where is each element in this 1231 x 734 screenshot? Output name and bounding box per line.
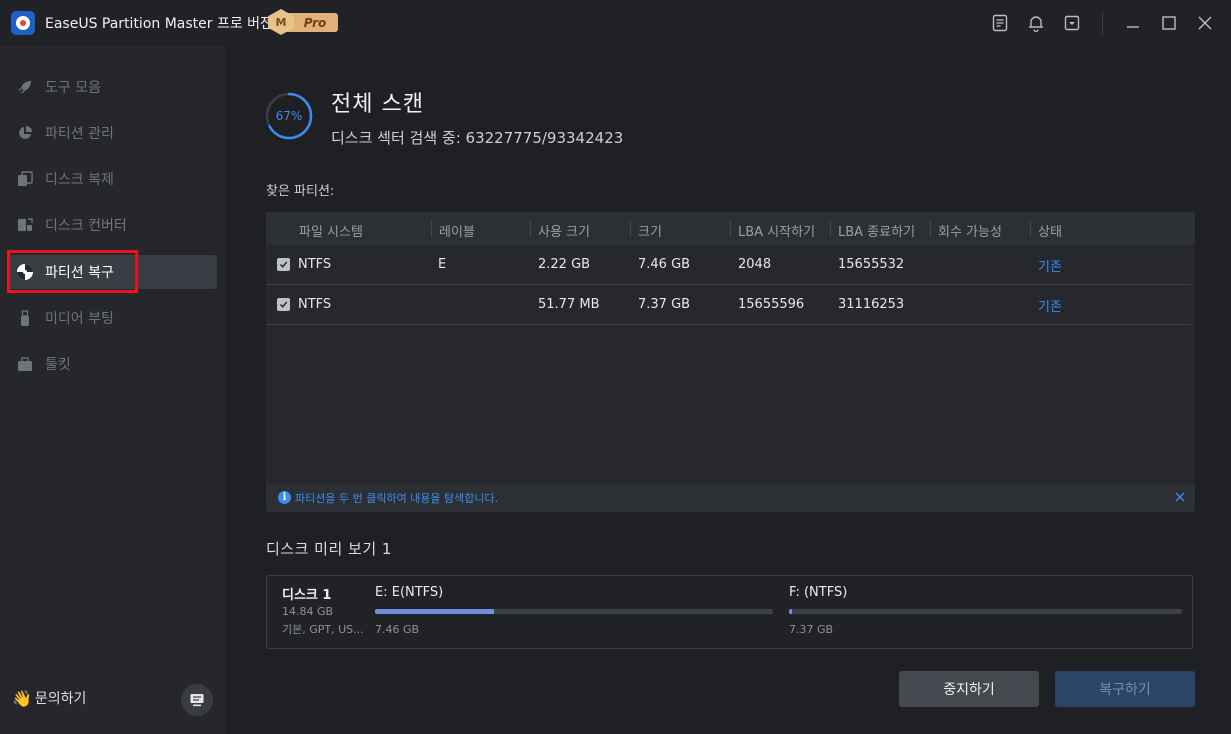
table-row[interactable]: NTFS 51.77 MB 7.37 GB 15655596 31116253 … (266, 285, 1191, 325)
app-title: EaseUS Partition Master 프로 버전 (45, 16, 273, 32)
disk-name: 디스크 1 (282, 588, 332, 603)
info-icon: i (278, 491, 291, 504)
partition-f-size: 7.37 GB (789, 623, 834, 636)
titlebar-divider (1102, 12, 1103, 34)
column-divider[interactable] (630, 221, 631, 237)
inquiry-label: 문의하기 (34, 691, 87, 707)
scan-status-text: 디스크 섹터 검색 중: 63227775/93342423 (331, 129, 624, 147)
cell-size: 7.37 GB (638, 297, 691, 312)
maximize-icon[interactable] (1158, 12, 1180, 34)
sidebar-item-toolkit[interactable]: 툴킷 (8, 347, 217, 381)
hint-text: 파티션을 두 번 클릭하여 내용을 탐색합니다. (295, 492, 499, 505)
bell-icon[interactable] (1025, 12, 1047, 34)
column-header-recoverability[interactable]: 회수 가능성 (938, 221, 1002, 240)
waving-hand-icon: 👋 (12, 688, 32, 708)
column-header-status[interactable]: 상태 (1038, 221, 1062, 240)
sidebar-item-label: 디스크 복제 (45, 172, 114, 188)
cell-filesystem: NTFS (298, 297, 332, 312)
dropdown-menu-icon[interactable] (1061, 12, 1083, 34)
scan-title: 전체 스캔 (331, 92, 424, 117)
inquiry-link[interactable]: 👋 문의하기 (12, 688, 86, 708)
sidebar-item-label: 툴킷 (45, 357, 71, 373)
partition-f-usage-fill (789, 609, 792, 614)
column-header-lba-start[interactable]: LBA 시작하기 (738, 221, 815, 240)
column-header-used-size[interactable]: 사용 크기 (538, 221, 590, 240)
sidebar-item-label: 파티션 관리 (45, 126, 114, 142)
cell-filesystem: NTFS (298, 257, 332, 272)
column-divider[interactable] (830, 221, 831, 237)
row-checkbox[interactable] (277, 298, 290, 311)
column-header-filesystem[interactable]: 파일 시스템 (299, 221, 363, 240)
disk-info: 기본, GPT, US... (282, 623, 364, 636)
notes-icon[interactable] (989, 12, 1011, 34)
column-header-lba-end[interactable]: LBA 종료하기 (838, 221, 915, 240)
sidebar-item-label: 디스크 컨버터 (45, 218, 127, 234)
disk-size: 14.84 GB (282, 605, 334, 618)
column-header-label[interactable]: 레이블 (439, 221, 475, 240)
sidebar: 도구 모음 파티션 관리 디스크 복제 디스크 컨버터 파티션 복구 미디어 부… (0, 46, 225, 734)
partition-e-usage-fill (375, 609, 495, 614)
sidebar-item-bootable-media[interactable]: 미디어 부팅 (8, 301, 217, 335)
column-header-size[interactable]: 크기 (638, 221, 662, 240)
usb-icon (16, 309, 34, 327)
partition-f-usage-bar[interactable] (789, 609, 1182, 614)
minimize-icon[interactable] (1122, 12, 1144, 34)
rocket-icon (16, 78, 34, 96)
disk-preview-title: 디스크 미리 보기 1 (266, 540, 392, 558)
sidebar-item-disk-clone[interactable]: 디스크 복제 (8, 162, 217, 196)
hint-close-icon[interactable] (1173, 490, 1187, 504)
cell-status: 기존 (1038, 260, 1062, 275)
pie-chart-icon (16, 124, 34, 142)
close-icon[interactable] (1194, 12, 1216, 34)
partition-e-label[interactable]: E: E(NTFS) (375, 585, 443, 600)
clone-icon (16, 170, 34, 188)
app-logo-icon (11, 11, 35, 35)
cell-lba-end: 31116253 (838, 297, 905, 312)
partition-f-label[interactable]: F: (NTFS) (789, 585, 847, 600)
found-partitions-label: 찾은 파티션: (266, 184, 335, 199)
stop-button[interactable]: 중지하기 (899, 671, 1039, 707)
column-divider[interactable] (730, 221, 731, 237)
chat-button[interactable] (181, 684, 213, 716)
row-checkbox[interactable] (277, 258, 290, 271)
title-bar: EaseUS Partition Master 프로 버전 M Pro (0, 0, 1231, 46)
partition-recovery-highlight (7, 250, 138, 293)
recover-button[interactable]: 복구하기 (1055, 671, 1195, 707)
chat-icon (190, 694, 204, 707)
partition-e-usage-bar[interactable] (375, 609, 773, 614)
table-row[interactable]: NTFS E 2.22 GB 7.46 GB 2048 15655532 기존 (266, 245, 1191, 285)
column-divider[interactable] (431, 221, 432, 237)
column-divider[interactable] (530, 221, 531, 237)
cell-used-size: 51.77 MB (538, 297, 600, 312)
sidebar-item-label: 도구 모음 (45, 80, 101, 96)
cell-used-size: 2.22 GB (538, 257, 591, 272)
toolkit-icon (16, 355, 34, 373)
sidebar-item-label: 미디어 부팅 (45, 311, 114, 327)
sidebar-item-disk-converter[interactable]: 디스크 컨버터 (8, 208, 217, 242)
cell-lba-end: 15655532 (838, 257, 905, 272)
cell-label: E (438, 257, 447, 272)
table-header: 파일 시스템 레이블 사용 크기 크기 LBA 시작하기 LBA 종료하기 회수… (266, 212, 1195, 245)
cell-lba-start: 15655596 (738, 297, 805, 312)
hint-bar: i 파티션을 두 번 클릭하여 내용을 탐색합니다. (266, 484, 1195, 512)
column-divider[interactable] (930, 221, 931, 237)
convert-icon (16, 216, 34, 234)
sidebar-item-partition-manager[interactable]: 파티션 관리 (8, 116, 217, 150)
disk-preview-card[interactable]: 디스크 1 14.84 GB 기본, GPT, US... E: E(NTFS)… (266, 575, 1193, 649)
column-divider[interactable] (1030, 221, 1031, 237)
cell-size: 7.46 GB (638, 257, 691, 272)
cell-lba-start: 2048 (738, 257, 772, 272)
sidebar-item-toolbox[interactable]: 도구 모음 (8, 70, 217, 104)
cell-status: 기존 (1038, 300, 1062, 315)
partitions-table: 파일 시스템 레이블 사용 크기 크기 LBA 시작하기 LBA 종료하기 회수… (266, 212, 1195, 512)
scan-progress-label: 67% (275, 109, 303, 123)
partition-e-size: 7.46 GB (375, 623, 420, 636)
pro-badge[interactable]: M Pro (268, 9, 338, 35)
